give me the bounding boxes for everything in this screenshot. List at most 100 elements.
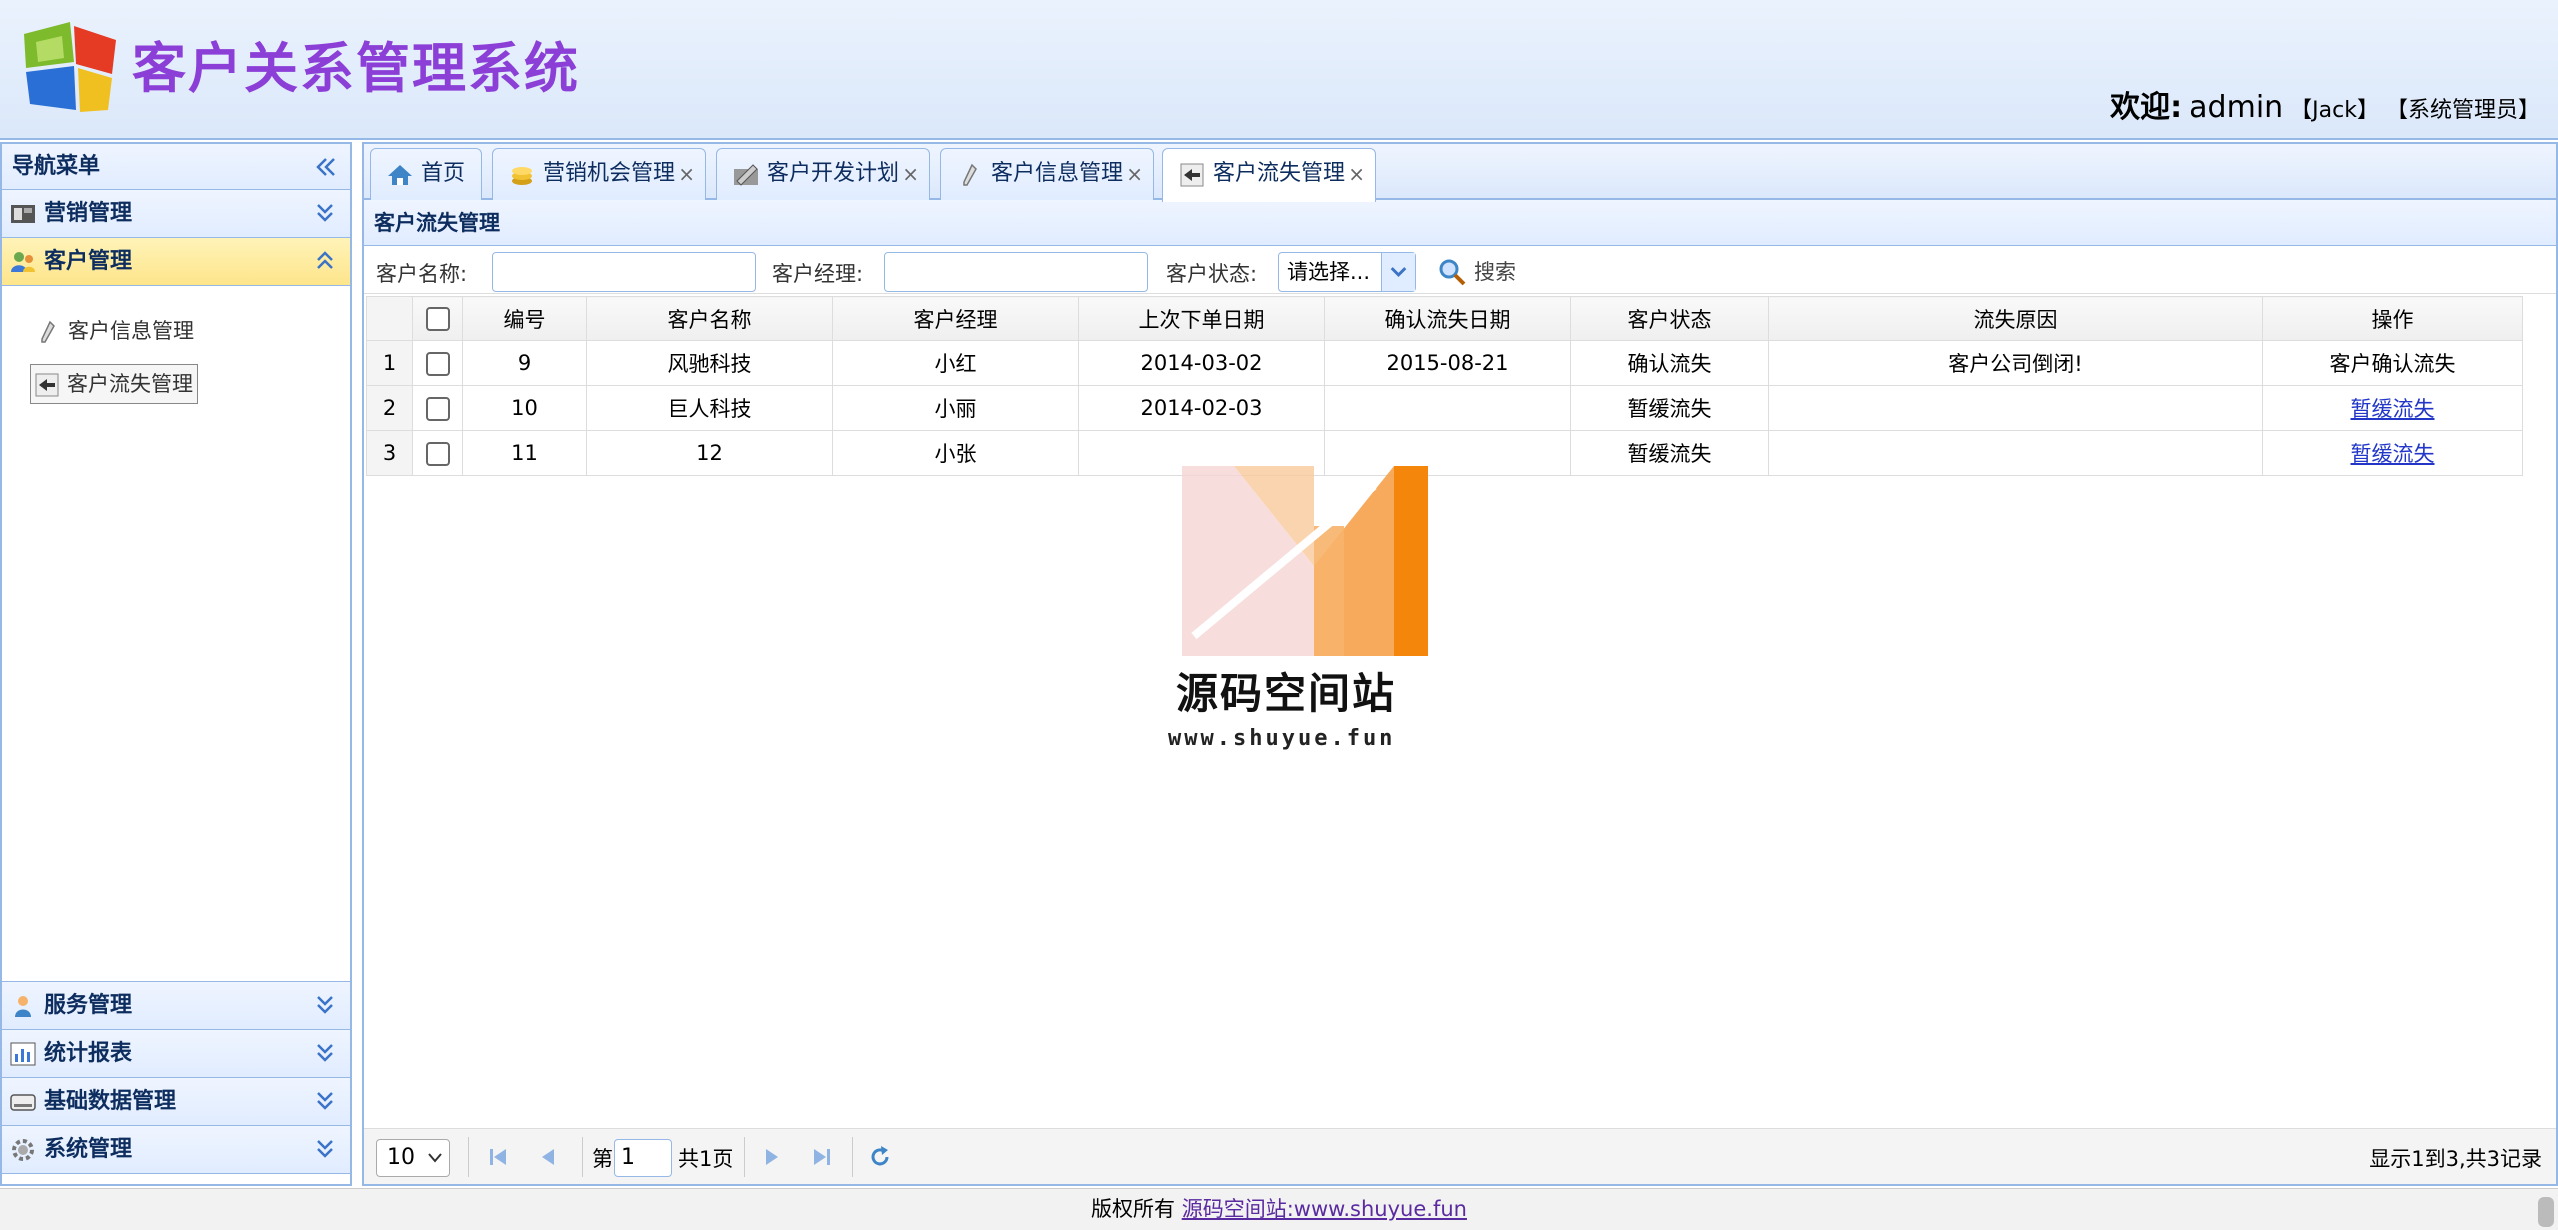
sidebar-group-label: 服务管理 [44, 993, 133, 1018]
grid-header-row: 编号 客户名称 客户经理 上次下单日期 确认流失日期 客户状态 流失原因 操作 [366, 296, 2527, 341]
cell-reason: 客户公司倒闭! [1768, 340, 2263, 386]
page-footer: 版权所有 源码空间站:www.shuyue.fun [0, 1188, 2558, 1230]
sidebar-title: 导航菜单 [12, 154, 101, 179]
row-checkbox[interactable] [425, 396, 450, 421]
cell-confirm-date [1324, 385, 1571, 431]
search-icon [1439, 259, 1466, 286]
sidebar-item-label: 客户信息管理 [68, 319, 194, 343]
cell-action-text: 客户确认流失 [2262, 340, 2523, 386]
column-header[interactable]: 操作 [2262, 296, 2523, 341]
refresh-icon[interactable] [868, 1145, 892, 1169]
watermark-logo-icon [1182, 466, 1428, 656]
pager-divider [582, 1137, 583, 1177]
footer-link[interactable]: 源码空间站:www.shuyue.fun [1182, 1197, 1467, 1221]
suspend-lost-link[interactable]: 暂缓流失 [2351, 442, 2435, 466]
app-header: 客户关系管理系统 欢迎: admin 【Jack】 【系统管理员】 [0, 0, 2558, 140]
cell-action: 暂缓流失 [2262, 430, 2523, 476]
column-header[interactable]: 流失原因 [1768, 296, 2263, 341]
row-select-cell [412, 430, 463, 476]
close-icon[interactable]: × [902, 149, 919, 199]
cell-manager: 小张 [832, 430, 1079, 476]
chevron-up-icon [317, 251, 333, 269]
tab-sales-opportunity[interactable]: 营销机会管理 × [492, 148, 706, 200]
close-icon[interactable]: × [1348, 149, 1365, 199]
tab-customer-lost[interactable]: 客户流失管理 × [1162, 148, 1376, 202]
sidebar-group-report[interactable]: 统计报表 [2, 1030, 350, 1078]
sidebar-group-service[interactable]: 服务管理 [2, 982, 350, 1030]
search-button[interactable]: 搜索 [1434, 254, 1516, 290]
customer-status-label: 客户状态: [1166, 262, 1258, 286]
row-checkbox[interactable] [425, 351, 450, 376]
sidebar-item-customer-lost[interactable]: 客户流失管理 [30, 364, 198, 404]
column-header[interactable]: 客户状态 [1570, 296, 1769, 341]
row-number: 2 [366, 385, 413, 431]
search-button-label: 搜索 [1474, 260, 1516, 284]
pen-icon [41, 320, 55, 343]
sidebar-group-label: 系统管理 [44, 1137, 133, 1162]
column-header[interactable]: 上次下单日期 [1078, 296, 1325, 341]
grid-filler [2523, 341, 2527, 386]
tab-customer-info[interactable]: 客户信息管理 × [940, 148, 1154, 200]
welcome-username: admin [2189, 90, 2284, 125]
table-row[interactable]: 2 10 巨人科技 小丽 2014-02-03 暂缓流失 暂缓流失 [366, 385, 2527, 431]
chevron-down-icon [317, 1140, 333, 1158]
close-icon[interactable]: × [678, 149, 695, 199]
chevron-down-icon[interactable] [1381, 253, 1415, 291]
column-header[interactable]: 确认流失日期 [1324, 296, 1571, 341]
select-all-cell [412, 296, 463, 341]
chevron-down-icon [317, 1092, 333, 1110]
cell-reason [1768, 385, 2263, 431]
collapse-sidebar-icon[interactable] [314, 154, 336, 180]
lost-icon [35, 373, 59, 397]
customer-manager-input[interactable] [884, 252, 1148, 292]
resize-grip[interactable] [2538, 1197, 2554, 1227]
page-prefix: 第 [592, 1147, 613, 1171]
customer-status-select[interactable]: 请选择... [1278, 252, 1416, 292]
cell-reason [1768, 430, 2263, 476]
close-icon[interactable]: × [1126, 149, 1143, 199]
sidebar-item-customer-info[interactable]: 客户信息管理 [32, 312, 350, 352]
row-number: 1 [366, 340, 413, 386]
sidebar-group-marketing[interactable]: 营销管理 [2, 190, 350, 238]
grid-filler [2522, 296, 2527, 341]
first-page-icon[interactable] [486, 1145, 510, 1169]
sidebar-group-system[interactable]: 系统管理 [2, 1126, 350, 1174]
sidebar-group-label: 统计报表 [44, 1041, 133, 1066]
row-checkbox[interactable] [425, 441, 450, 466]
last-page-icon[interactable] [810, 1145, 834, 1169]
customer-icon [11, 252, 35, 272]
select-all-checkbox[interactable] [425, 307, 450, 331]
sidebar-group-customer[interactable]: 客户管理 [2, 238, 350, 286]
row-select-cell [412, 385, 463, 431]
pager-divider [468, 1137, 469, 1177]
grid-filler [2523, 431, 2527, 476]
search-toolbar: 客户名称: 客户经理: 客户状态: 请选择... 搜索 [364, 246, 2556, 294]
customer-name-input[interactable] [492, 252, 756, 292]
page-size-value: 10 [387, 1145, 415, 1170]
lost-icon [1180, 163, 1204, 187]
tab-label: 客户流失管理 [1213, 161, 1346, 186]
column-header[interactable]: 客户名称 [586, 296, 833, 341]
column-header[interactable]: 编号 [462, 296, 587, 341]
tab-home[interactable]: 首页 [370, 148, 482, 200]
column-header[interactable]: 客户经理 [832, 296, 1079, 341]
next-page-icon[interactable] [760, 1145, 784, 1169]
chevron-down-icon [317, 204, 333, 222]
row-select-cell [412, 340, 463, 386]
welcome-realname: 【Jack】 [2290, 98, 2379, 123]
suspend-lost-link[interactable]: 暂缓流失 [2351, 397, 2435, 421]
panel-title: 客户流失管理 [364, 200, 2556, 246]
page-size-select[interactable]: 10 [376, 1139, 450, 1177]
tab-dev-plan[interactable]: 客户开发计划 × [716, 148, 930, 200]
copyright-text: 版权所有 [1091, 1197, 1176, 1221]
cell-status: 暂缓流失 [1570, 385, 1769, 431]
sidebar-group-basedata[interactable]: 基础数据管理 [2, 1078, 350, 1126]
pen-icon [963, 163, 977, 186]
cell-name: 12 [586, 430, 833, 476]
page-number-input[interactable]: 1 [614, 1139, 672, 1177]
table-row[interactable]: 1 9 风驰科技 小红 2014-03-02 2015-08-21 确认流失 客… [366, 340, 2527, 386]
pager-divider [852, 1137, 853, 1177]
cell-last-order: 2014-03-02 [1078, 340, 1325, 386]
prev-page-icon[interactable] [536, 1145, 560, 1169]
sidebar-group-customer-items: 客户信息管理 客户流失管理 [2, 286, 350, 982]
